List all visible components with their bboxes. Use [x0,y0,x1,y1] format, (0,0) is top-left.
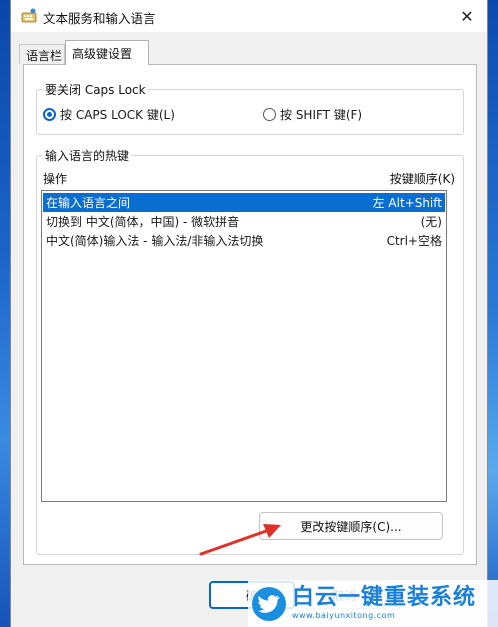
bird-logo-icon [252,586,286,621]
caps-lock-key-label: 按 CAPS LOCK 键(L) [60,108,175,122]
radio-unselected-icon [263,108,276,121]
caps-lock-group-legend: 要关闭 Caps Lock [43,81,148,98]
list-item-sequence: Ctrl+空格 [386,234,442,248]
list-item-sequence: (无) [420,215,442,229]
list-item-action: 切换到 中文(简体，中国) - 微软拼音 [46,215,240,229]
column-header-sequence: 按键顺序(K) [389,172,455,186]
tab-panel: 要关闭 Caps Lock 按 CAPS LOCK 键(L) 按 SHIFT 键… [23,64,477,565]
list-item-action: 中文(简体)输入法 - 输入法/非输入法切换 [46,234,264,248]
keyboard-icon [21,8,37,23]
list-item[interactable]: 中文(简体)输入法 - 输入法/非输入法切换 Ctrl+空格 [43,231,445,250]
window-title: 文本服务和输入语言 [43,11,156,26]
shift-key-radio[interactable]: 按 SHIFT 键(F) [263,106,362,123]
desktop-wallpaper-left [0,0,10,627]
desktop-wallpaper-right [488,0,498,627]
title-bar: 文本服务和输入语言 ✕ [11,0,487,32]
close-icon: ✕ [460,6,474,26]
tab-language-bar[interactable]: 语言栏 [19,44,65,64]
radio-selected-icon [43,108,56,121]
watermark-url: www.baiyunxitong.com [292,611,396,620]
close-button[interactable]: ✕ [447,0,487,32]
list-item[interactable]: 切换到 中文(简体，中国) - 微软拼音 (无) [43,212,445,231]
watermark: 白云一键重装系统 www.baiyunxitong.com [248,580,498,627]
list-item-sequence: 左 Alt+Shift [372,196,442,210]
column-header-action: 操作 [43,172,68,186]
hotkeys-group: 输入语言的热键 操作 按键顺序(K) 在输入语言之间 左 Alt+Shift 切… [36,147,464,555]
list-item[interactable]: 在输入语言之间 左 Alt+Shift [43,193,445,212]
watermark-text: 白云一键重装系统 www.baiyunxitong.com [292,587,476,620]
change-key-sequence-button[interactable]: 更改按键顺序(C)... [259,512,443,540]
hotkeys-list[interactable]: 在输入语言之间 左 Alt+Shift 切换到 中文(简体，中国) - 微软拼音… [41,190,447,502]
caps-lock-key-radio[interactable]: 按 CAPS LOCK 键(L) [43,106,175,123]
list-item-action: 在输入语言之间 [46,196,131,210]
watermark-brand: 白云一键重装系统 [292,585,477,610]
annotation-arrow-icon [199,524,281,556]
caps-lock-group: 要关闭 Caps Lock 按 CAPS LOCK 键(L) 按 SHIFT 键… [36,81,464,135]
hotkeys-group-legend: 输入语言的热键 [43,147,132,164]
tab-advanced-key-settings[interactable]: 高级键设置 [65,40,149,65]
shift-key-label: 按 SHIFT 键(F) [280,108,363,122]
